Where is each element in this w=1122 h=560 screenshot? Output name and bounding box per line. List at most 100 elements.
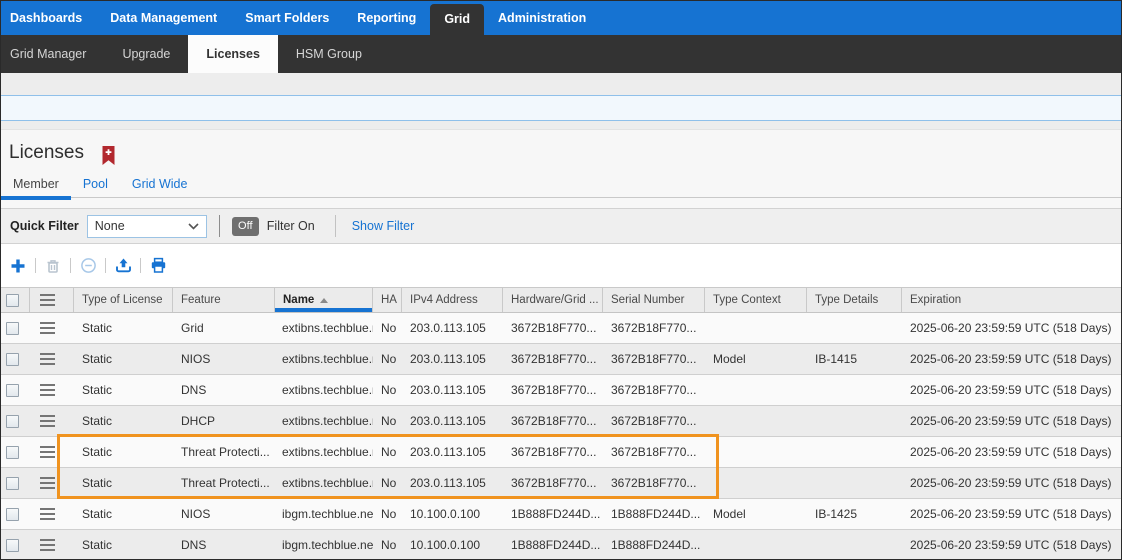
row-checkbox-cell xyxy=(1,406,30,436)
cell-hardware-id: 3672B18F770... xyxy=(503,344,603,374)
table-row[interactable]: Static NIOS extibns.techblue.net No 203.… xyxy=(1,344,1122,375)
print-icon[interactable] xyxy=(148,256,168,276)
menu-icon[interactable] xyxy=(40,294,55,306)
table-row[interactable]: Static Threat Protecti... extibns.techbl… xyxy=(1,468,1122,499)
row-menu-icon[interactable] xyxy=(40,415,55,427)
row-menu-icon[interactable] xyxy=(40,384,55,396)
col-header-name[interactable]: Name xyxy=(275,288,373,312)
cell-type-of-license: Static xyxy=(74,344,173,374)
cell-ipv4-address: 203.0.113.105 xyxy=(402,313,503,343)
select-all-checkbox[interactable] xyxy=(6,294,19,307)
table-row[interactable]: Static Grid extibns.techblue.net No 203.… xyxy=(1,313,1122,344)
row-menu-icon[interactable] xyxy=(40,353,55,365)
col-header-type-context[interactable]: Type Context xyxy=(705,288,807,312)
cell-ipv4-address: 203.0.113.105 xyxy=(402,437,503,467)
cell-serial-number: 3672B18F770... xyxy=(603,468,705,498)
cell-type-context xyxy=(705,468,807,498)
cell-ha: No xyxy=(373,468,402,498)
chevron-down-icon xyxy=(188,223,199,230)
row-menu-cell xyxy=(30,468,74,498)
nav-item-reporting[interactable]: Reporting xyxy=(343,1,430,35)
select-all-checkbox-cell xyxy=(1,288,30,312)
filter-on-label: Filter On xyxy=(267,219,315,233)
nav-item-administration[interactable]: Administration xyxy=(484,1,600,35)
row-menu-icon[interactable] xyxy=(40,477,55,489)
cell-type-details xyxy=(807,530,902,560)
table-row[interactable]: Static DNS extibns.techblue.net No 203.0… xyxy=(1,375,1122,406)
nav-item-dashboards[interactable]: Dashboards xyxy=(1,1,96,35)
cell-name: extibns.techblue.net xyxy=(275,468,373,498)
col-header-expiration[interactable]: Expiration xyxy=(902,288,1122,312)
row-menu-icon[interactable] xyxy=(40,508,55,520)
col-header-feature[interactable]: Feature xyxy=(173,288,275,312)
table-row[interactable]: Static NIOS ibgm.techblue.net No 10.100.… xyxy=(1,499,1122,530)
row-menu-icon[interactable] xyxy=(40,446,55,458)
tab-pool[interactable]: Pool xyxy=(71,172,120,198)
upload-icon[interactable] xyxy=(113,256,133,276)
quick-filter-select[interactable]: None xyxy=(87,215,207,238)
col-header-ha[interactable]: HA xyxy=(373,288,402,312)
filter-toggle-button[interactable]: Off xyxy=(232,217,259,236)
col-header-ipv4-address[interactable]: IPv4 Address xyxy=(402,288,503,312)
subnav-item-upgrade[interactable]: Upgrade xyxy=(104,35,188,73)
row-checkbox[interactable] xyxy=(6,477,19,490)
row-menu-icon[interactable] xyxy=(40,539,55,551)
divider xyxy=(105,258,106,273)
cell-ipv4-address: 203.0.113.105 xyxy=(402,375,503,405)
col-header-serial-number[interactable]: Serial Number xyxy=(603,288,705,312)
col-header-type-of-license[interactable]: Type of License xyxy=(74,288,173,312)
quick-filter-bar: Quick Filter None Off Filter On Show Fil… xyxy=(1,208,1122,244)
row-menu-cell xyxy=(30,375,74,405)
cell-type-context xyxy=(705,375,807,405)
table-row[interactable]: Static DHCP extibns.techblue.net No 203.… xyxy=(1,406,1122,437)
subnav-item-grid-manager[interactable]: Grid Manager xyxy=(1,35,104,73)
cell-hardware-id: 3672B18F770... xyxy=(503,468,603,498)
row-checkbox[interactable] xyxy=(6,508,19,521)
divider xyxy=(70,258,71,273)
cell-ipv4-address: 203.0.113.105 xyxy=(402,406,503,436)
cell-ha: No xyxy=(373,375,402,405)
subnav-item-hsm-group[interactable]: HSM Group xyxy=(278,35,380,73)
cell-ipv4-address: 203.0.113.105 xyxy=(402,344,503,374)
row-menu-cell xyxy=(30,406,74,436)
tab-grid-wide[interactable]: Grid Wide xyxy=(120,172,200,198)
row-checkbox[interactable] xyxy=(6,539,19,552)
row-checkbox[interactable] xyxy=(6,353,19,366)
row-checkbox[interactable] xyxy=(6,384,19,397)
subnav-item-licenses[interactable]: Licenses xyxy=(188,35,278,73)
row-checkbox[interactable] xyxy=(6,322,19,335)
row-checkbox-cell xyxy=(1,468,30,498)
row-checkbox[interactable] xyxy=(6,446,19,459)
cell-type-details xyxy=(807,437,902,467)
delete-icon[interactable] xyxy=(43,256,63,276)
cell-hardware-id: 3672B18F770... xyxy=(503,313,603,343)
divider xyxy=(140,258,141,273)
cell-feature: Threat Protecti... xyxy=(173,468,275,498)
tab-member[interactable]: Member xyxy=(1,172,71,198)
row-checkbox[interactable] xyxy=(6,415,19,428)
table-row[interactable]: Static DNS ibgm.techblue.net No 10.100.0… xyxy=(1,530,1122,560)
row-checkbox-cell xyxy=(1,313,30,343)
cell-serial-number: 3672B18F770... xyxy=(603,406,705,436)
col-header-hardware-grid[interactable]: Hardware/Grid ... xyxy=(503,288,603,312)
cell-name: extibns.techblue.net xyxy=(275,344,373,374)
nav-item-data-management[interactable]: Data Management xyxy=(96,1,231,35)
row-menu-cell xyxy=(30,499,74,529)
add-icon[interactable] xyxy=(8,256,28,276)
cell-ha: No xyxy=(373,437,402,467)
cell-name: extibns.techblue.net xyxy=(275,313,373,343)
row-menu-icon[interactable] xyxy=(40,322,55,334)
cell-expiration: 2025-06-20 23:59:59 UTC (518 Days) xyxy=(902,437,1122,467)
exclude-icon[interactable] xyxy=(78,256,98,276)
show-filter-link[interactable]: Show Filter xyxy=(352,219,415,233)
quick-filter-selected-value: None xyxy=(95,219,125,233)
col-header-type-details[interactable]: Type Details xyxy=(807,288,902,312)
row-checkbox-cell xyxy=(1,437,30,467)
cell-type-context: Model xyxy=(705,499,807,529)
cell-expiration: 2025-06-20 23:59:59 UTC (518 Days) xyxy=(902,468,1122,498)
bookmark-add-icon[interactable] xyxy=(102,146,115,166)
row-menu-header-cell xyxy=(30,288,74,312)
nav-item-smart-folders[interactable]: Smart Folders xyxy=(231,1,343,35)
nav-item-grid[interactable]: Grid xyxy=(430,4,484,35)
table-row[interactable]: Static Threat Protecti... extibns.techbl… xyxy=(1,437,1122,468)
